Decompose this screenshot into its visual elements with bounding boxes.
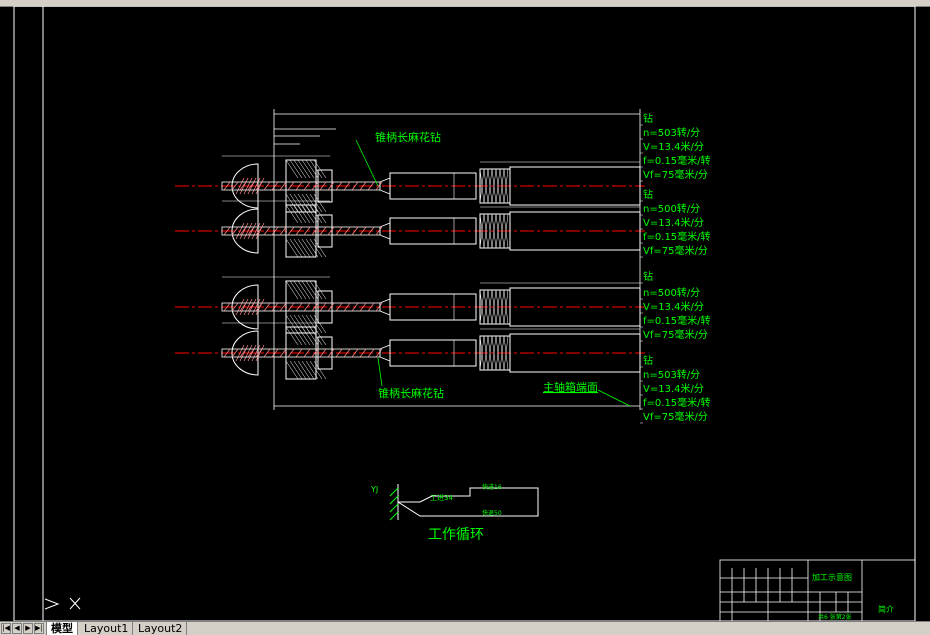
- spindle-box-leader: [597, 389, 631, 407]
- tab-layout2[interactable]: Layout2: [134, 622, 188, 635]
- drawing-canvas[interactable]: 加工示意图 简介 共6 张第2张 锥柄长麻花钻 锥柄长麻花钻 主轴箱端面 YJ …: [0, 6, 930, 621]
- cutting-parameters: 钻n=503转/分V=13.4米/分f=0.15毫米/转Vf=75毫米/分钻n=…: [640, 112, 711, 424]
- param-1-vf: Vf=75毫米/分: [643, 168, 708, 181]
- title-drawing-name: 加工示意图: [812, 572, 852, 582]
- tab-prev-button[interactable]: ◀: [12, 623, 22, 634]
- tab-model[interactable]: 模型: [46, 622, 78, 635]
- drill-flute: [327, 181, 335, 191]
- spindle-box-label: 主轴箱端面: [543, 380, 598, 394]
- param-4-n: n=503转/分: [643, 368, 700, 381]
- cycle-title: 工作循环: [428, 527, 484, 543]
- overall-dimensions: [273, 109, 641, 410]
- param-3-f: f=0.15毫米/转: [643, 314, 711, 327]
- param-1-tool: 钻: [643, 112, 653, 125]
- param-3-vf: Vf=75毫米/分: [643, 328, 708, 341]
- cycle-yj-label: YJ: [370, 485, 378, 494]
- ucs-icon: [44, 597, 81, 610]
- drill-label-top: 锥柄长麻花钻: [375, 130, 441, 144]
- title-note: 简介: [878, 604, 894, 614]
- tab-layout1[interactable]: Layout1: [80, 622, 134, 635]
- param-3-v: V=13.4米/分: [643, 300, 704, 313]
- spindle-rows: [175, 155, 645, 380]
- drill-bottom-leader: [377, 357, 383, 387]
- param-1-v: V=13.4米/分: [643, 140, 704, 153]
- drill-flute: [327, 226, 335, 236]
- param-4-tool: 钻: [643, 354, 653, 367]
- work-cycle-diagram: [389, 484, 539, 521]
- param-2-vf: Vf=75毫米/分: [643, 244, 708, 257]
- param-4-v: V=13.4米/分: [643, 382, 704, 395]
- drill-flute: [327, 348, 335, 358]
- param-3-tool: 钻: [643, 270, 653, 283]
- cycle-work-label: 工进34: [430, 494, 453, 502]
- param-2-tool: 钻: [643, 188, 653, 201]
- tab-first-button[interactable]: |◀: [1, 623, 11, 634]
- tab-last-button[interactable]: ▶|: [34, 623, 44, 634]
- param-1-n: n=503转/分: [643, 126, 700, 139]
- drill-flute: [351, 226, 359, 236]
- param-4-f: f=0.15毫米/转: [643, 396, 711, 409]
- spindle-row-4: [175, 322, 645, 380]
- param-2-n: n=500转/分: [643, 202, 700, 215]
- param-2-v: V=13.4米/分: [643, 216, 704, 229]
- drill-label-bottom: 锥柄长麻花钻: [378, 386, 444, 400]
- tab-next-button[interactable]: ▶: [23, 623, 33, 634]
- title-sheet-info: 共6 张第2张: [818, 613, 852, 621]
- param-2-f: f=0.15毫米/转: [643, 230, 711, 243]
- param-4-vf: Vf=75毫米/分: [643, 410, 708, 423]
- drill-flute: [327, 302, 335, 312]
- drill-flute: [351, 302, 359, 312]
- drill-flute: [351, 181, 359, 191]
- spindle-row-2: [175, 200, 645, 258]
- drill-top-leader: [355, 139, 379, 187]
- layout-tab-bar: |◀ ◀ ▶ ▶| 模型 Layout1 Layout2: [0, 621, 930, 635]
- cycle-fast-forward-label: 快进16: [482, 483, 502, 491]
- spindle-row-1: [175, 155, 645, 213]
- cycle-fast-back-label: 快退50: [482, 509, 502, 517]
- spindle-row-3: [175, 276, 645, 334]
- param-1-f: f=0.15毫米/转: [643, 154, 711, 167]
- drill-flute: [351, 348, 359, 358]
- param-3-n: n=500转/分: [643, 286, 700, 299]
